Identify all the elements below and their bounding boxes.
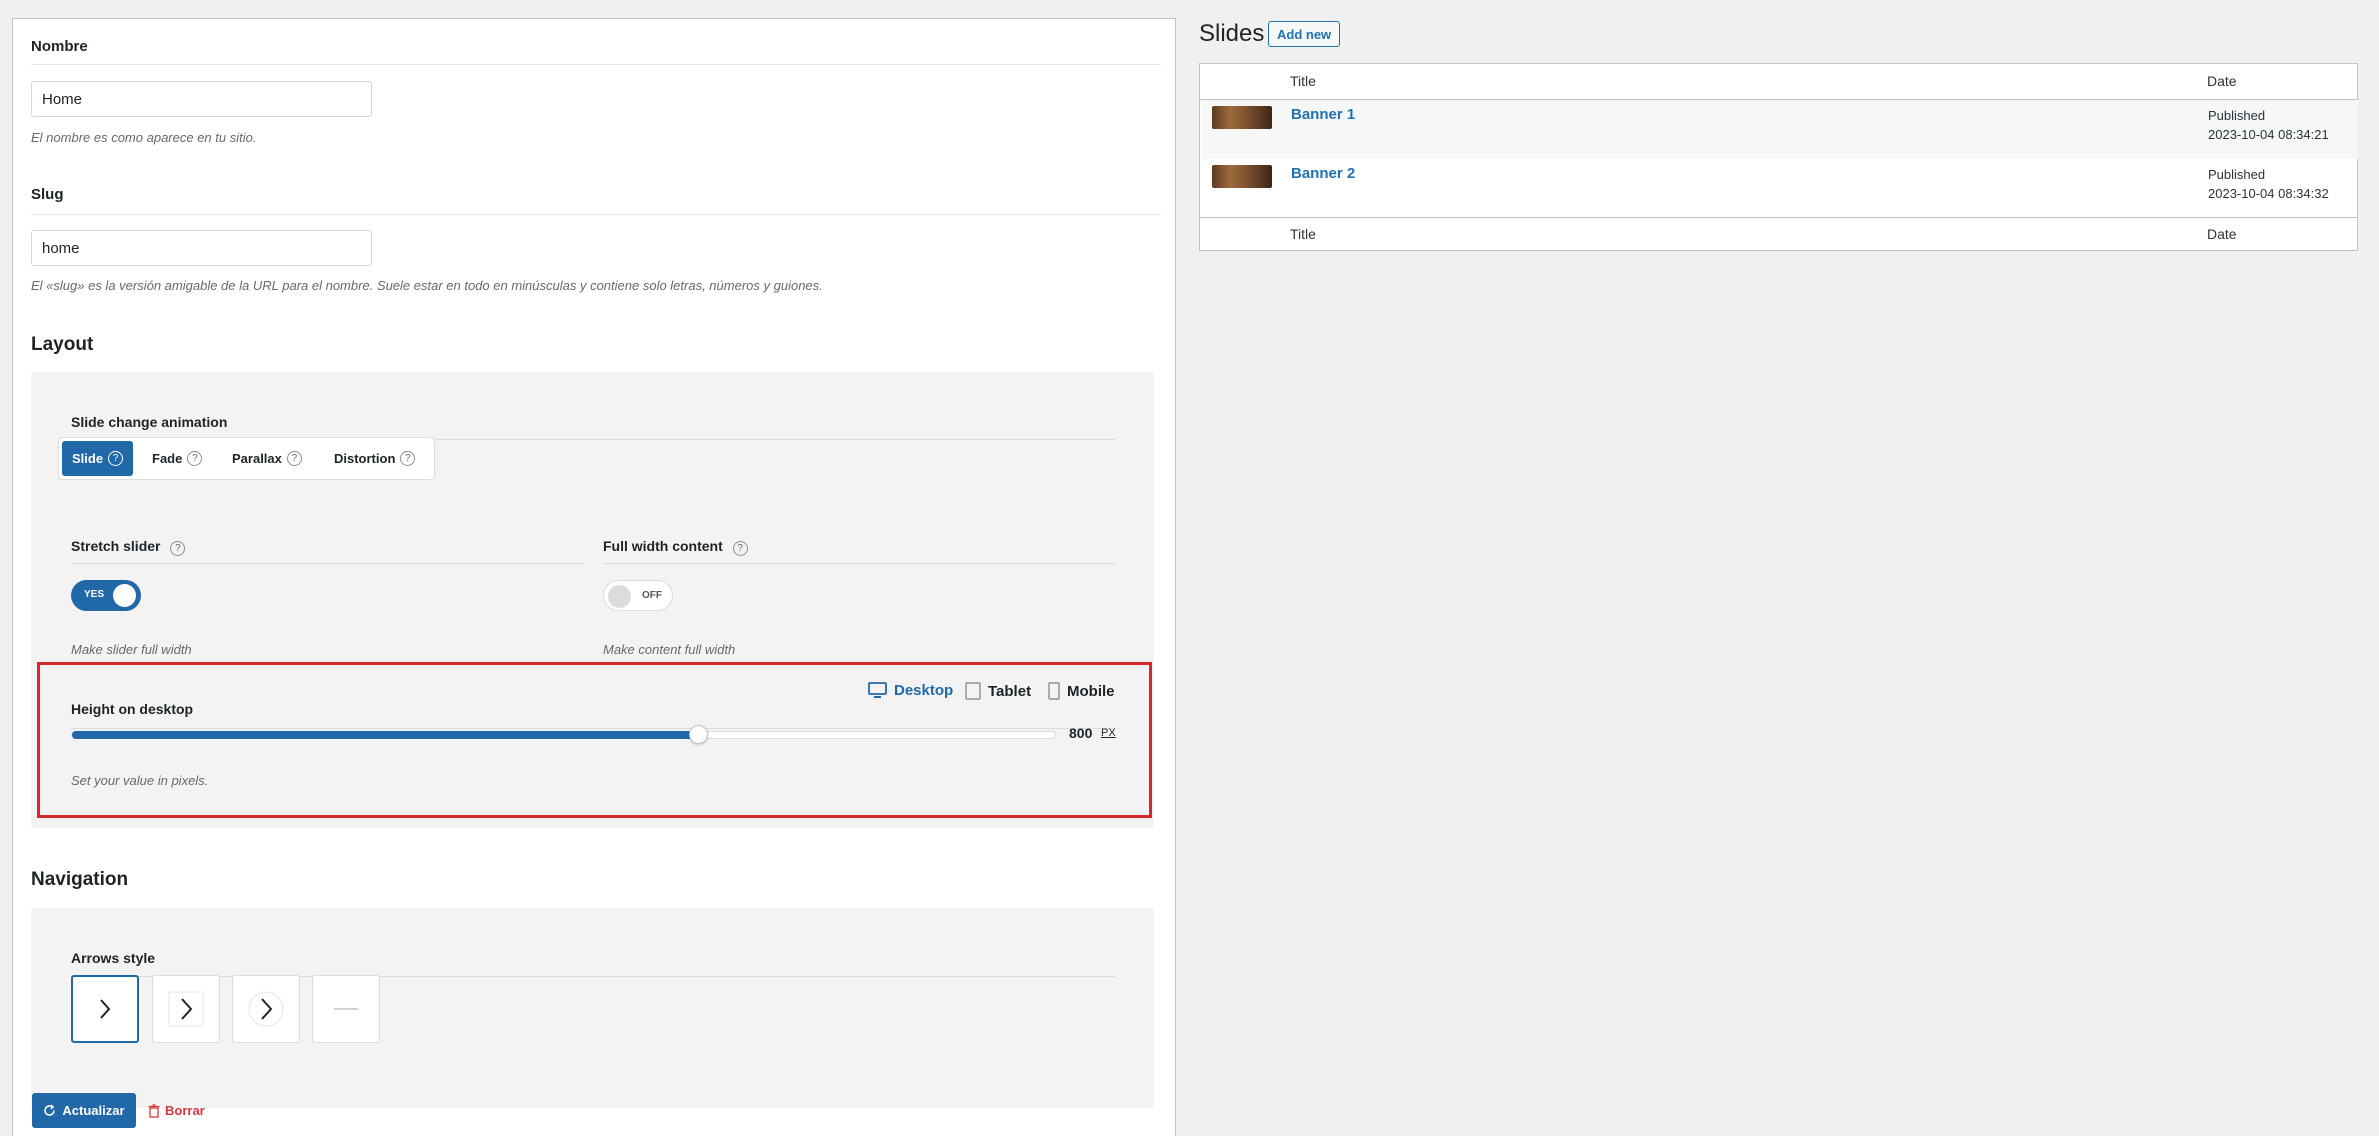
desktop-icon [868,682,887,698]
animation-option-label: Slide [72,451,104,466]
help-icon[interactable]: ? [732,541,748,556]
table-row[interactable]: Banner 2 Published 2023-10-04 08:34:32 [1201,159,2358,218]
device-tab-label: Mobile [1067,682,1115,700]
table-row[interactable]: Banner 1 Published 2023-10-04 08:34:21 [1201,100,2358,159]
height-value[interactable]: 800 [1069,725,1092,741]
full-width-content-toggle[interactable]: OFF [603,580,673,611]
slide-timestamp: 2023-10-04 08:34:21 [2208,127,2329,142]
update-button-label: Actualizar [62,1103,125,1118]
trash-icon [148,1103,160,1118]
help-icon[interactable]: ? [187,451,203,466]
slider-fill [72,731,699,739]
divider [31,64,1161,65]
arrow-style-option-4[interactable] [312,975,380,1043]
help-icon[interactable]: ? [400,451,416,466]
delete-button[interactable]: Borrar [148,1093,205,1128]
animation-label: Slide change animation [71,414,228,430]
arrow-style-option-1[interactable] [71,975,139,1043]
animation-option-slide[interactable]: Slide ? [62,441,134,476]
divider [31,214,1161,215]
animation-option-label: Distortion [334,451,396,466]
device-tab-mobile[interactable]: Mobile [1048,682,1115,700]
divider [71,563,584,564]
toggle-knob [608,585,631,608]
device-tab-label: Desktop [894,682,954,699]
full-width-content-label-text: Full width content [603,538,723,554]
full-width-help: Make content full width [603,642,736,657]
column-footer-date[interactable]: Date [2207,226,2237,242]
toggle-state-label: OFF [642,590,662,601]
stretch-slider-label: Stretch slider ? [71,538,186,556]
height-unit[interactable]: PX [1101,727,1116,739]
divider [1200,217,2357,218]
column-footer-title[interactable]: Title [1290,226,1316,242]
tablet-icon [965,682,981,700]
stretch-slider-toggle[interactable]: YES [71,580,141,611]
stretch-slider-help: Make slider full width [71,642,192,657]
slide-thumbnail[interactable] [1212,106,1272,129]
delete-button-label: Borrar [165,1103,205,1118]
animation-option-label: Parallax [232,451,282,466]
refresh-icon [44,1104,56,1116]
add-new-slide-button[interactable]: Add new [1268,21,1341,47]
device-tab-desktop[interactable]: Desktop [868,682,953,699]
slide-status: Published [2208,167,2266,182]
name-input[interactable] [31,81,372,117]
stretch-slider-label-text: Stretch slider [71,538,161,554]
dash-icon [334,1008,358,1010]
slide-status: Published [2208,108,2266,123]
animation-option-parallax[interactable]: Parallax ? [222,441,312,476]
full-width-content-label: Full width content ? [603,538,748,556]
help-icon[interactable]: ? [286,451,302,466]
arrow-style-option-3[interactable] [232,975,300,1043]
column-header-date[interactable]: Date [2207,73,2237,89]
toggle-state-label: YES [84,589,105,600]
layout-section-title: Layout [31,334,94,355]
term-edit-panel: Nombre El nombre es como aparece en tu s… [12,18,1176,1136]
slide-date: Published 2023-10-04 08:34:32 [2208,165,2329,203]
arrow-style-option-2[interactable] [152,975,220,1043]
slide-timestamp: 2023-10-04 08:34:32 [2208,186,2329,201]
chevron-right-circle-icon [248,991,284,1027]
animation-option-distortion[interactable]: Distortion ? [324,441,425,476]
slide-title-link[interactable]: Banner 1 [1291,106,1355,123]
slug-label: Slug [31,186,64,203]
animation-selector: Slide ? Fade ? Parallax ? Distortion ? [58,437,435,480]
chevron-right-icon [100,999,111,1019]
update-button[interactable]: Actualizar [32,1093,136,1128]
slug-help-text: El «slug» es la versión amigable de la U… [31,278,823,293]
toggle-knob [113,584,136,607]
slide-title-link[interactable]: Banner 2 [1291,165,1355,182]
chevron-right-square-icon [168,991,204,1027]
device-tab-tablet[interactable]: Tablet [965,682,1031,700]
slug-input[interactable] [31,230,372,266]
name-label: Nombre [31,38,88,55]
slide-thumbnail[interactable] [1212,165,1272,188]
slides-heading: Slides [1199,20,1265,47]
animation-option-fade[interactable]: Fade ? [142,441,212,476]
device-tab-label: Tablet [988,682,1032,700]
animation-option-label: Fade [152,451,183,466]
column-header-title[interactable]: Title [1290,73,1316,89]
help-icon[interactable]: ? [170,541,186,556]
arrows-style-label: Arrows style [71,950,156,966]
mobile-icon [1048,682,1060,700]
slide-date: Published 2023-10-04 08:34:21 [2208,106,2329,144]
slides-table: Title Date Banner 1 Published 2023-10-04… [1199,63,2358,251]
navigation-section-title: Navigation [31,869,129,890]
height-slider[interactable] [71,725,1056,744]
divider [603,563,1115,564]
divider [71,976,1115,977]
name-help-text: El nombre es como aparece en tu sitio. [31,130,257,145]
help-icon[interactable]: ? [108,451,124,466]
